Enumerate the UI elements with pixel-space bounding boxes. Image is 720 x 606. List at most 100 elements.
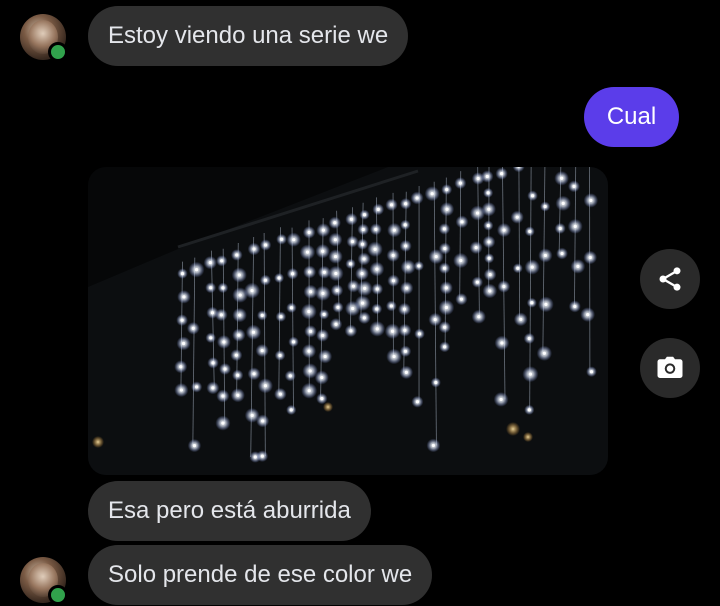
message-bubble-outgoing[interactable]: Cual (584, 87, 679, 147)
light-bulb-core (459, 258, 463, 263)
light-bulb-core (360, 242, 365, 246)
message-bubble-incoming[interactable]: Estoy viendo una serie we (88, 6, 409, 66)
light-bulb-core (487, 256, 491, 260)
photo-message[interactable] (88, 167, 608, 475)
light-bulb-core (499, 397, 503, 402)
light-bulb-core (251, 330, 256, 334)
light-bulb-core (500, 172, 504, 176)
light-bulb-core (308, 329, 313, 333)
light-bulb-core (322, 312, 326, 316)
light-bulb-core (487, 207, 491, 211)
light-bulb-core (320, 397, 324, 401)
light-bulb-core (527, 408, 531, 412)
light-bulb-core (475, 211, 480, 215)
light-bulb-core (390, 329, 395, 333)
light-bulb-core (362, 213, 367, 217)
light-bulb-core (209, 286, 213, 290)
light-bulb-core (334, 271, 338, 276)
light-bulb-core (182, 295, 186, 299)
light-bulb-core (445, 187, 449, 192)
light-bulb-core (589, 198, 593, 203)
light-bulb-core (374, 227, 378, 231)
light-bulb-core (307, 349, 311, 353)
light-bulb-core (333, 238, 337, 242)
camera-button[interactable] (640, 338, 700, 398)
light-bulb-core (361, 301, 365, 305)
light-bulb-core (404, 244, 408, 248)
light-bulb-core (179, 388, 183, 392)
message-bubble-incoming[interactable]: Esa pero está aburrida (88, 481, 371, 541)
share-button[interactable] (640, 249, 700, 309)
light-bulb-core (391, 279, 396, 283)
light-bulb-core (361, 227, 365, 232)
light-bulb-core (250, 413, 254, 418)
light-bulb-core (260, 348, 264, 353)
light-bulb-core (336, 305, 340, 309)
light-bulb-core (195, 385, 199, 389)
light-bulb-core (417, 332, 422, 336)
light-bulb-core (443, 325, 447, 329)
light-bulb-core (405, 286, 409, 290)
light-bulb-core (289, 408, 293, 412)
light-bulb-core (430, 192, 434, 196)
light-bulb-core (221, 394, 225, 398)
light-bulb-core (404, 370, 408, 374)
light-bulb-core (223, 367, 227, 371)
light-bulb-core (277, 276, 281, 280)
light-bulb-core (376, 207, 380, 212)
light-bulb-core (321, 228, 325, 232)
light-bulb-core (238, 313, 242, 317)
light-bulb-core (431, 443, 436, 448)
light-bulb-core (363, 286, 367, 290)
light-bulb-core (221, 286, 225, 290)
light-bulb-core (531, 194, 535, 198)
light-bulb-core (389, 203, 394, 207)
light-bulb-core (500, 341, 504, 345)
light-bulb-core (220, 259, 224, 263)
light-bulb-core (460, 220, 464, 224)
light-bulb-core (486, 191, 490, 195)
contact-avatar[interactable] (20, 557, 68, 605)
light-bulb-core (307, 230, 311, 234)
light-bulb-core (443, 345, 447, 349)
light-bulb-core (373, 247, 377, 251)
light-bulb-core (573, 304, 577, 309)
light-bulb-core (362, 316, 366, 320)
light-bulb-core (250, 289, 254, 293)
message-bubble-incoming[interactable]: Solo prende de ese color we (88, 545, 433, 605)
online-status-dot (48, 585, 68, 605)
light-bulb-core (323, 354, 327, 359)
light-bulb-core (351, 284, 356, 288)
online-status-dot (48, 42, 68, 62)
light-bulb-core (288, 374, 292, 378)
light-bulb-core (194, 268, 199, 272)
light-bulb-core (433, 317, 437, 322)
contact-avatar[interactable] (20, 14, 68, 62)
light-bulb-core (560, 251, 564, 256)
light-bulb-core (308, 270, 312, 274)
light-bulb-core (321, 291, 325, 295)
light-bulb-core (253, 455, 257, 459)
light-bulb-core (406, 265, 410, 269)
light-bulb-core (558, 226, 562, 231)
light-bulb-core (209, 336, 213, 340)
light-bulb-core (320, 375, 324, 380)
light-bulb-core (236, 393, 240, 397)
light-bulb-core (477, 315, 481, 319)
light-bulb-core (279, 315, 283, 319)
light-bulb-core (442, 227, 446, 231)
light-bulb-core (586, 312, 590, 317)
light-bulb-core (264, 243, 268, 247)
light-bulb-core (403, 328, 407, 332)
light-bulb-core (476, 176, 480, 181)
light-bulb-core (444, 286, 448, 290)
light-bulb-core (576, 264, 580, 269)
light-bulb-core (333, 221, 337, 225)
light-bulb-core (403, 223, 407, 227)
light-bulb-core (333, 254, 338, 259)
light-bulb-core (516, 266, 520, 270)
light-bulb-core (349, 329, 353, 333)
string-lights-photo (88, 167, 608, 475)
light-bulb-core (572, 184, 576, 188)
light-bulb-core (180, 318, 184, 322)
